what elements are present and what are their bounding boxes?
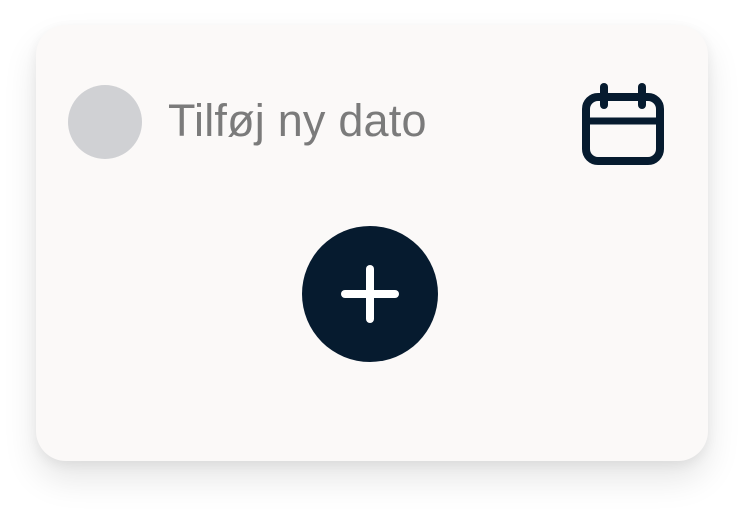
add-date-card: Tilføj ny dato	[36, 25, 708, 461]
plus-icon	[302, 226, 438, 362]
add-date-button[interactable]	[302, 226, 438, 362]
calendar-button[interactable]	[581, 83, 667, 169]
calendar-icon	[582, 83, 664, 165]
select-radio[interactable]	[68, 85, 142, 159]
add-date-label: Tilføj ny dato	[168, 95, 427, 146]
